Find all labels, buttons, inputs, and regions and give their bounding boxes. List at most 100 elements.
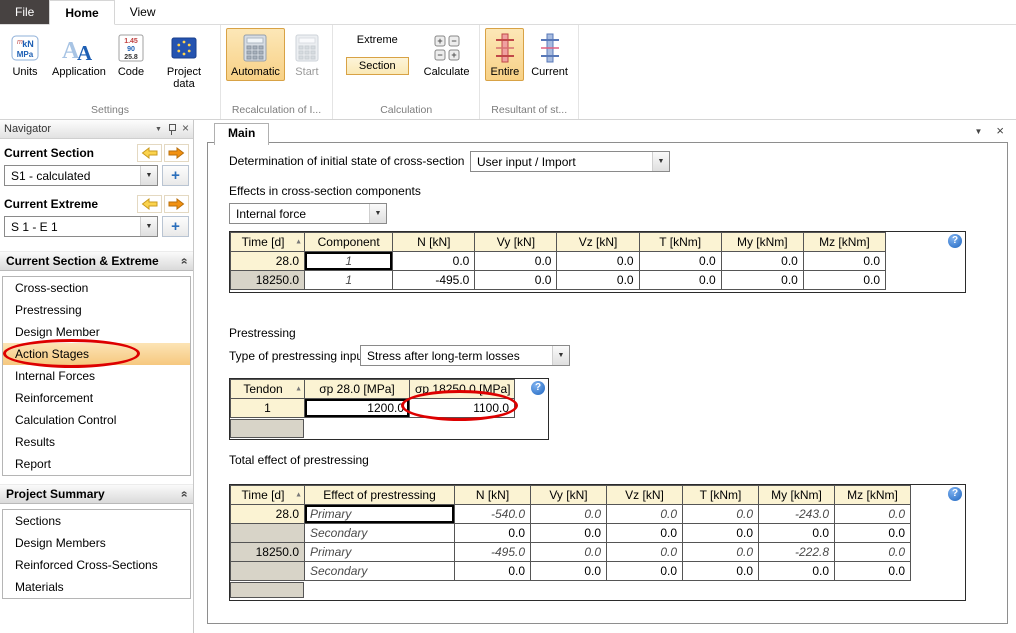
table-cell[interactable]: 0.0 [835, 562, 911, 581]
sidebar-item-report[interactable]: Report [3, 453, 190, 475]
table-cell-effect[interactable]: Secondary [305, 562, 455, 581]
table-cell-time[interactable] [231, 524, 305, 543]
sidebar-item-reinforcement[interactable]: Reinforcement [3, 387, 190, 409]
table-cell[interactable]: 0.0 [835, 543, 911, 562]
table-cell[interactable]: 0.0 [607, 562, 683, 581]
sidebar-item-design-members[interactable]: Design Members [3, 532, 190, 554]
table-cell-effect[interactable]: Primary [305, 543, 455, 562]
current-button[interactable]: Current [526, 28, 573, 81]
column-header-tendon[interactable]: Tendon [231, 380, 305, 399]
collapse-chevron-icon[interactable] [177, 491, 191, 498]
collapse-chevron-icon[interactable] [177, 258, 191, 265]
table-cell[interactable]: 0.0 [455, 524, 531, 543]
table-cell[interactable]: 0.0 [393, 252, 475, 271]
table-cell[interactable]: 0.0 [557, 252, 639, 271]
sidebar-item-results[interactable]: Results [3, 431, 190, 453]
new-row-placeholder[interactable] [230, 582, 304, 598]
project-summary-panel-header[interactable]: Project Summary [0, 484, 193, 504]
table-cell-time[interactable]: 18250.0 [231, 543, 305, 562]
section-button[interactable]: Section [346, 57, 409, 75]
table-cell[interactable]: 0.0 [607, 524, 683, 543]
help-icon[interactable]: ? [531, 381, 545, 395]
automatic-button[interactable]: Automatic [226, 28, 285, 81]
pin-icon[interactable] [168, 123, 176, 135]
table-cell-time[interactable]: 18250.0 [231, 271, 305, 290]
table-cell[interactable]: 0.0 [475, 252, 557, 271]
table-cell[interactable]: 0.0 [835, 505, 911, 524]
add-extreme-button[interactable] [162, 216, 189, 237]
section-extreme-panel-header[interactable]: Current Section & Extreme [0, 251, 193, 271]
application-button[interactable]: AA Application [47, 28, 109, 81]
sidebar-item-materials[interactable]: Materials [3, 576, 190, 598]
table-cell[interactable]: -540.0 [455, 505, 531, 524]
next-extreme-button[interactable] [164, 195, 189, 213]
code-button[interactable]: 1.459025.8 Code [111, 28, 151, 81]
start-button[interactable]: Start [287, 28, 327, 81]
project-data-button[interactable]: Project data [153, 28, 215, 93]
table-cell-stress-28[interactable]: 1200.0 [305, 399, 410, 418]
prestressing-type-select[interactable]: Stress after long-term losses [360, 345, 570, 366]
table-cell[interactable]: 0.0 [683, 524, 759, 543]
table-cell-stress-18250[interactable]: 1100.0 [410, 399, 515, 418]
previous-extreme-button[interactable] [137, 195, 162, 213]
table-cell[interactable]: 0.0 [683, 543, 759, 562]
table-cell[interactable]: 0.0 [683, 505, 759, 524]
table-cell[interactable]: 0.0 [759, 562, 835, 581]
next-section-button[interactable] [164, 144, 189, 162]
table-cell[interactable]: 0.0 [803, 252, 885, 271]
table-cell[interactable]: 0.0 [759, 524, 835, 543]
table-cell[interactable]: 0.0 [721, 271, 803, 290]
entire-button[interactable]: Entire [485, 28, 524, 81]
sidebar-item-calculation-control[interactable]: Calculation Control [3, 409, 190, 431]
help-icon[interactable]: ? [948, 234, 962, 248]
table-cell[interactable]: 0.0 [803, 271, 885, 290]
table-cell[interactable]: 0.0 [531, 505, 607, 524]
sidebar-item-cross-section[interactable]: Cross-section [3, 277, 190, 299]
table-cell-time[interactable]: 28.0 [231, 505, 305, 524]
sidebar-item-reinforced-cross-sections[interactable]: Reinforced Cross-Sections [3, 554, 190, 576]
new-row-placeholder[interactable] [230, 419, 304, 438]
calculate-button[interactable]: +−−+ Calculate [419, 28, 475, 81]
table-cell[interactable]: -495.0 [455, 543, 531, 562]
current-extreme-select[interactable]: S 1 - E 1 [4, 216, 158, 237]
current-section-select[interactable]: S1 - calculated [4, 165, 158, 186]
table-cell[interactable]: 0.0 [557, 271, 639, 290]
table-cell[interactable]: 0.0 [531, 562, 607, 581]
close-icon[interactable] [996, 126, 1004, 137]
tab-file[interactable]: File [0, 0, 49, 24]
sidebar-item-internal-forces[interactable]: Internal Forces [3, 365, 190, 387]
close-icon[interactable] [182, 124, 189, 134]
table-cell-tendon[interactable]: 1 [231, 399, 305, 418]
tab-home[interactable]: Home [49, 0, 114, 25]
table-cell[interactable]: 0.0 [531, 524, 607, 543]
tab-view[interactable]: View [115, 0, 171, 24]
table-cell-component[interactable]: 1 [305, 271, 393, 290]
table-cell[interactable]: 0.0 [455, 562, 531, 581]
table-cell[interactable]: 0.0 [639, 252, 721, 271]
table-cell[interactable]: 0.0 [607, 543, 683, 562]
column-header-time[interactable]: Time [d] [231, 233, 305, 252]
help-icon[interactable]: ? [948, 487, 962, 501]
column-header-time[interactable]: Time [d] [231, 486, 305, 505]
table-cell-component-selected[interactable]: 1 [305, 252, 393, 271]
table-cell[interactable]: 0.0 [475, 271, 557, 290]
table-cell-effect-selected[interactable]: Primary [305, 505, 455, 524]
previous-section-button[interactable] [137, 144, 162, 162]
table-cell[interactable]: -222.8 [759, 543, 835, 562]
add-section-button[interactable] [162, 165, 189, 186]
table-cell-effect[interactable]: Secondary [305, 524, 455, 543]
dock-menu-icon[interactable] [155, 124, 162, 134]
units-button[interactable]: mkNMPa Units [5, 28, 45, 81]
sidebar-item-design-member[interactable]: Design Member [3, 321, 190, 343]
table-cell[interactable]: -243.0 [759, 505, 835, 524]
tab-list-icon[interactable] [974, 126, 982, 137]
table-cell[interactable]: 0.0 [531, 543, 607, 562]
table-cell[interactable]: -495.0 [393, 271, 475, 290]
initial-state-select[interactable]: User input / Import [470, 151, 670, 172]
table-cell[interactable]: 0.0 [639, 271, 721, 290]
table-cell-time[interactable]: 28.0 [231, 252, 305, 271]
table-cell[interactable]: 0.0 [683, 562, 759, 581]
sidebar-item-prestressing[interactable]: Prestressing [3, 299, 190, 321]
sidebar-item-sections[interactable]: Sections [3, 510, 190, 532]
table-cell[interactable]: 0.0 [607, 505, 683, 524]
